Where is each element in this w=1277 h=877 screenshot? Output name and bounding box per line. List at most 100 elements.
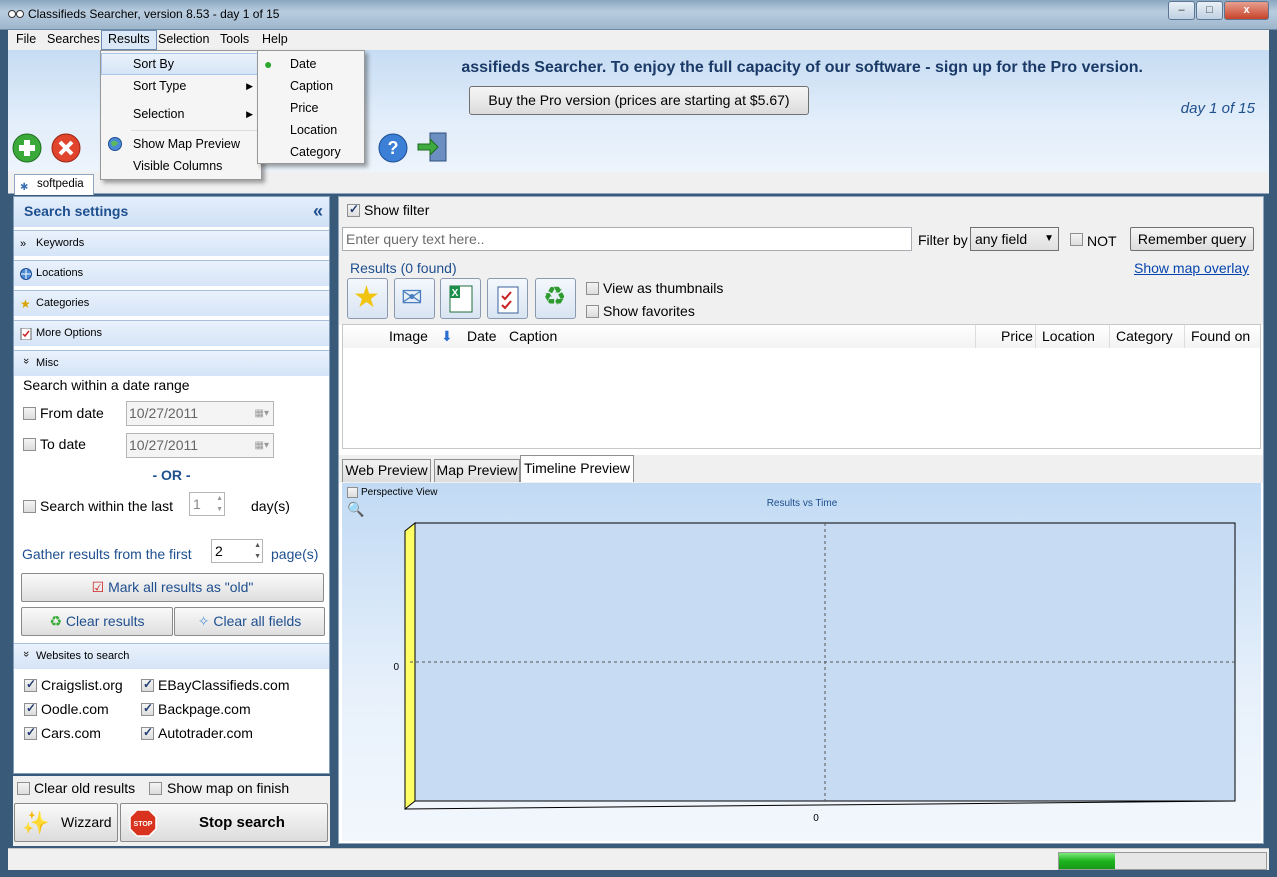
sort-down-icon[interactable]: ⬇ (441, 325, 453, 348)
exit-icon[interactable] (416, 131, 450, 163)
add-icon[interactable] (12, 133, 42, 163)
clear-results-button[interactable]: ♻ Clear results (21, 607, 173, 636)
sort-by-price[interactable]: Price (258, 97, 364, 119)
to-date-checkbox[interactable] (23, 438, 36, 451)
tab-softpedia[interactable]: ✱ softpedia (14, 174, 94, 195)
section-more-options[interactable]: More Options (14, 320, 329, 346)
show-map-checkbox[interactable] (149, 782, 162, 795)
remember-query-button[interactable]: Remember query (1130, 227, 1254, 251)
column-found-on[interactable]: Found on (1184, 325, 1250, 348)
stop-search-button[interactable]: STOP Stop search (120, 803, 328, 842)
minimize-button[interactable]: – (1168, 1, 1195, 20)
menu-file[interactable]: File (10, 30, 42, 50)
sort-by-date[interactable]: ● Date (258, 53, 364, 75)
column-price[interactable]: Price (975, 325, 1033, 348)
column-caption[interactable]: Caption (509, 325, 557, 348)
mark-old-button[interactable]: ☑ Mark all results as "old" (21, 573, 324, 602)
results-grid[interactable] (342, 348, 1261, 449)
menu-results[interactable]: Results (101, 30, 157, 50)
calendar-icon[interactable]: ▦▾ (255, 402, 269, 425)
export-excel-button[interactable]: X (440, 278, 481, 319)
buy-pro-button[interactable]: Buy the Pro version (prices are starting… (469, 86, 809, 115)
close-button[interactable]: x (1224, 1, 1269, 20)
mark-old-label: Mark all results as "old" (108, 579, 254, 595)
calendar-icon[interactable]: ▦▾ (255, 434, 269, 457)
from-date-checkbox[interactable] (23, 407, 36, 420)
selected-bullet-icon: ● (264, 56, 273, 72)
menu-item-label: Selection (133, 107, 185, 121)
site-checkbox-cars[interactable] (24, 725, 37, 740)
progress-bar (1058, 852, 1267, 870)
clear-fields-button[interactable]: ✧ Clear all fields (174, 607, 325, 636)
section-locations[interactable]: Locations (14, 260, 329, 286)
column-location[interactable]: Location (1035, 325, 1095, 348)
clear-old-checkbox[interactable] (17, 782, 30, 795)
site-checkbox-ebay[interactable] (141, 677, 154, 692)
menu-item-visible-columns[interactable]: Visible Columns (101, 155, 261, 177)
query-input[interactable]: Enter query text here.. (342, 227, 912, 251)
menu-help[interactable]: Help (256, 30, 294, 50)
results-panel: Show filter Enter query text here.. Filt… (338, 196, 1264, 844)
menu-searches[interactable]: Searches (41, 30, 106, 50)
sort-by-location[interactable]: Location (258, 119, 364, 141)
show-filter-label: Show filter (364, 202, 430, 218)
collapse-icon[interactable]: « (313, 197, 323, 226)
site-checkbox-backpage[interactable] (141, 701, 154, 716)
menu-item-show-map-preview[interactable]: Show Map Preview (101, 133, 261, 155)
delete-icon[interactable] (51, 133, 81, 163)
tab-map-preview[interactable]: Map Preview (434, 459, 520, 482)
email-button[interactable]: ✉ (394, 278, 435, 319)
column-date[interactable]: Date (467, 325, 497, 348)
menu-item-selection[interactable]: Selection ▶ (101, 103, 261, 125)
spinner-arrows-icon[interactable]: ▲ ▼ (216, 493, 223, 515)
window-title: Classifieds Searcher, version 8.53 - day… (28, 7, 280, 21)
tab-label: softpedia (37, 178, 84, 190)
sort-by-category[interactable]: Category (258, 141, 364, 163)
menu-item-label: Show Map Preview (133, 137, 240, 151)
show-favorites-checkbox[interactable] (586, 305, 599, 318)
recycle-button[interactable]: ♻ (535, 278, 576, 319)
filter-field-select[interactable]: any field ▼ (970, 227, 1059, 251)
site-checkbox-autotrader[interactable] (141, 725, 154, 740)
day-info: day 1 of 15 (1180, 100, 1255, 117)
section-websites[interactable]: » Websites to search (14, 643, 329, 669)
column-category[interactable]: Category (1109, 325, 1173, 348)
section-keywords[interactable]: » Keywords (14, 230, 329, 256)
within-last-spinner[interactable]: 1 ▲ ▼ (189, 492, 225, 516)
menu-item-sort-type[interactable]: Sort Type ▶ (101, 75, 261, 97)
not-checkbox[interactable] (1070, 233, 1083, 246)
tab-timeline-preview[interactable]: Timeline Preview (520, 455, 634, 482)
sort-by-caption[interactable]: Caption (258, 75, 364, 97)
menu-tools[interactable]: Tools (214, 30, 255, 50)
menu-item-sort-by[interactable]: Sort By (101, 53, 261, 75)
spinner-arrows-icon[interactable]: ▲ ▼ (254, 540, 261, 562)
star-icon: ★ (20, 297, 31, 311)
filter-by-label: Filter by (918, 232, 968, 248)
show-map-overlay-link[interactable]: Show map overlay (1134, 260, 1249, 276)
checklist-button[interactable] (487, 278, 528, 319)
wand-icon: ✨ (22, 810, 50, 835)
section-categories[interactable]: ★ Categories (14, 290, 329, 316)
view-thumbnails-checkbox[interactable] (586, 282, 599, 295)
progress-fill (1059, 853, 1115, 869)
wizard-button[interactable]: ✨ Wizzard (14, 803, 118, 842)
from-date-field[interactable]: 10/27/2011 ▦▾ (126, 401, 274, 426)
favorite-button[interactable]: ★ (347, 278, 388, 319)
to-date-field[interactable]: 10/27/2011 ▦▾ (126, 433, 274, 458)
column-image[interactable]: Image (389, 325, 428, 348)
show-filter-checkbox[interactable] (347, 202, 360, 217)
section-misc[interactable]: » Misc (14, 350, 329, 376)
site-checkbox-oodle[interactable] (24, 701, 37, 716)
within-last-checkbox[interactable] (23, 500, 36, 513)
site-checkbox-craigslist[interactable] (24, 677, 37, 692)
gather-pages-spinner[interactable]: 2 ▲ ▼ (211, 539, 263, 563)
search-settings-header: Search settings « (14, 197, 329, 227)
menu-separator (131, 130, 259, 131)
maximize-button[interactable]: □ (1196, 1, 1223, 20)
help-icon[interactable]: ? (378, 133, 408, 163)
or-label: - OR - (152, 467, 191, 483)
tab-web-preview[interactable]: Web Preview (342, 459, 431, 482)
menu-item-label: Date (290, 57, 317, 71)
menu-item-label: Sort Type (133, 79, 187, 93)
menu-selection[interactable]: Selection (152, 30, 215, 50)
